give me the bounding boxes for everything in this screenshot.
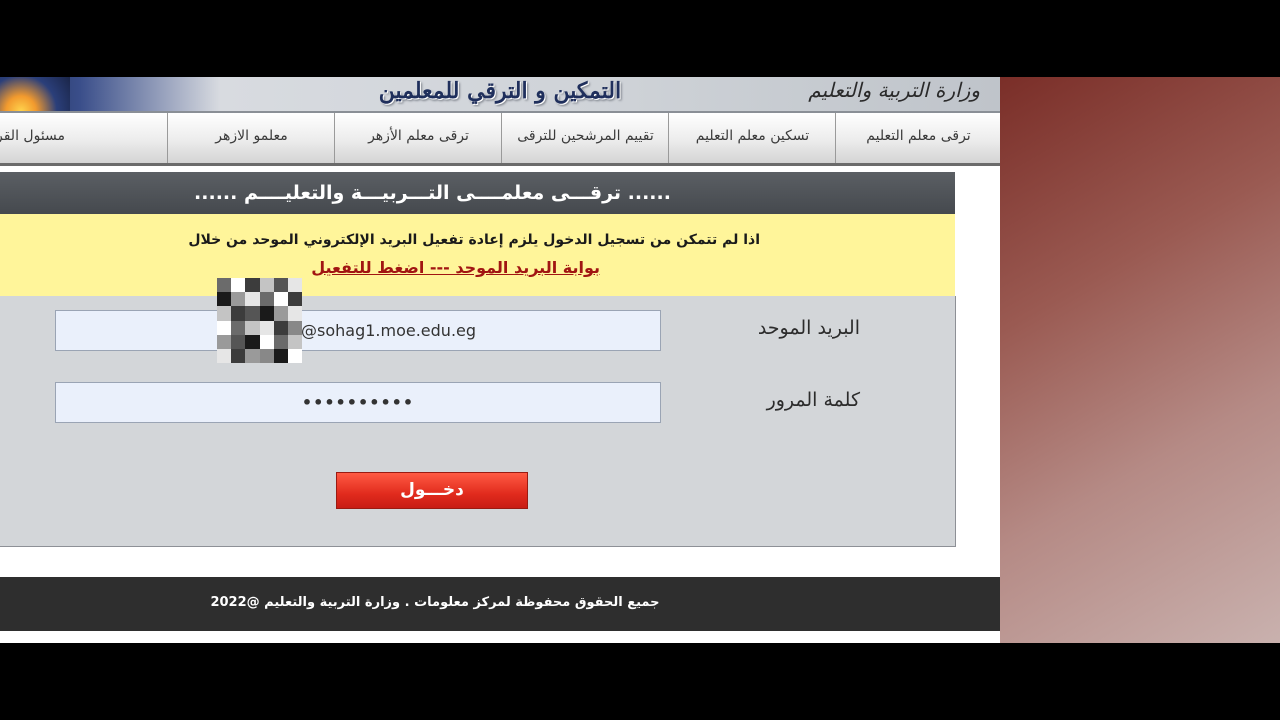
mosaic-cell (245, 348, 260, 363)
page-heading-bar: ...... ترقـــى معلمــــى التـــربيـــة و… (0, 172, 955, 214)
site-footer: جميع الحقوق محفوظة لمركز معلومات . وزارة… (0, 577, 1000, 631)
page-heading: ...... ترقـــى معلمــــى التـــربيـــة و… (194, 182, 671, 204)
mosaic-cell (231, 320, 246, 335)
password-field[interactable]: •••••••••• (55, 382, 661, 423)
nav-item-officer-label: مسئول القر (0, 128, 66, 144)
activation-link[interactable]: بوابة البريد الموحد --- اضغط للتفعيل (270, 258, 600, 277)
mosaic-cell (273, 348, 288, 363)
mosaic-cell (287, 306, 302, 321)
mosaic-cell (245, 278, 260, 293)
mosaic-cell (287, 334, 302, 349)
mosaic-cell (273, 278, 288, 293)
mosaic-cell (217, 334, 232, 349)
copyright-text: جميع الحقوق محفوظة لمركز معلومات . وزارة… (210, 595, 660, 610)
nav-item-teacher-placement[interactable]: تسكين معلم التعليم (668, 113, 836, 163)
mosaic-cell (231, 278, 246, 293)
mosaic-cell (259, 278, 274, 293)
password-label: كلمة المرور (766, 389, 860, 411)
nav-item-teacher-promotion[interactable]: ترقى معلم التعليم (835, 113, 1000, 163)
video-letterbox-bottom (0, 643, 1280, 720)
mosaic-cell (231, 334, 246, 349)
mosaic-cell (259, 320, 274, 335)
site-banner: التمكين و الترقي للمعلمين وزارة التربية … (0, 77, 1000, 113)
nav-item-officer[interactable]: مسئول القر (0, 113, 167, 163)
mosaic-cell (217, 320, 232, 335)
mosaic-cell (287, 348, 302, 363)
nav-item-azhar-promotion[interactable]: ترقى معلم الأزهر (334, 113, 502, 163)
email-field[interactable] (55, 310, 661, 351)
mosaic-cell (217, 278, 232, 293)
nav-item-candidate-evaluation[interactable]: تقييم المرشحين للترقى (501, 113, 669, 163)
mosaic-cell (259, 292, 274, 307)
mosaic-cell (245, 306, 260, 321)
notice-text: اذا لم تتمكن من تسجيل الدخول يلزم إعادة … (188, 232, 760, 248)
login-button[interactable]: دخـــول (336, 472, 528, 509)
mosaic-cell (245, 320, 260, 335)
ministry-logo-text: وزارة التربية والتعليم (808, 78, 980, 102)
video-letterbox-top (0, 0, 1280, 77)
main-navigation: ترقى معلم التعليم تسكين معلم التعليم تقي… (0, 113, 1000, 166)
mosaic-cell (273, 306, 288, 321)
mosaic-cell (231, 306, 246, 321)
login-page: التمكين و الترقي للمعلمين وزارة التربية … (0, 77, 1000, 643)
mosaic-cell (259, 334, 274, 349)
mosaic-cell (217, 348, 232, 363)
mosaic-cell (245, 292, 260, 307)
activation-notice: اذا لم تتمكن من تسجيل الدخول يلزم إعادة … (0, 214, 955, 296)
mosaic-cell (273, 334, 288, 349)
mosaic-cell (259, 306, 274, 321)
mosaic-cell (245, 334, 260, 349)
mosaic-cell (231, 292, 246, 307)
email-label: البريد الموحد (757, 317, 860, 339)
login-form: البريد الموحد كلمة المرور •••••••••• دخـ… (0, 296, 956, 547)
banner-title: التمكين و الترقي للمعلمين (378, 78, 622, 104)
mosaic-cell (217, 306, 232, 321)
pixelated-redaction (217, 278, 302, 363)
mosaic-cell (259, 348, 274, 363)
banner-burst-graphic (0, 77, 70, 111)
background-gradient (1000, 77, 1280, 643)
mosaic-cell (287, 292, 302, 307)
mosaic-cell (287, 278, 302, 293)
nav-item-azhar-teachers[interactable]: معلمو الازهر (167, 113, 335, 163)
mosaic-cell (273, 320, 288, 335)
mosaic-cell (217, 292, 232, 307)
mosaic-cell (231, 348, 246, 363)
mosaic-cell (287, 320, 302, 335)
mosaic-cell (273, 292, 288, 307)
